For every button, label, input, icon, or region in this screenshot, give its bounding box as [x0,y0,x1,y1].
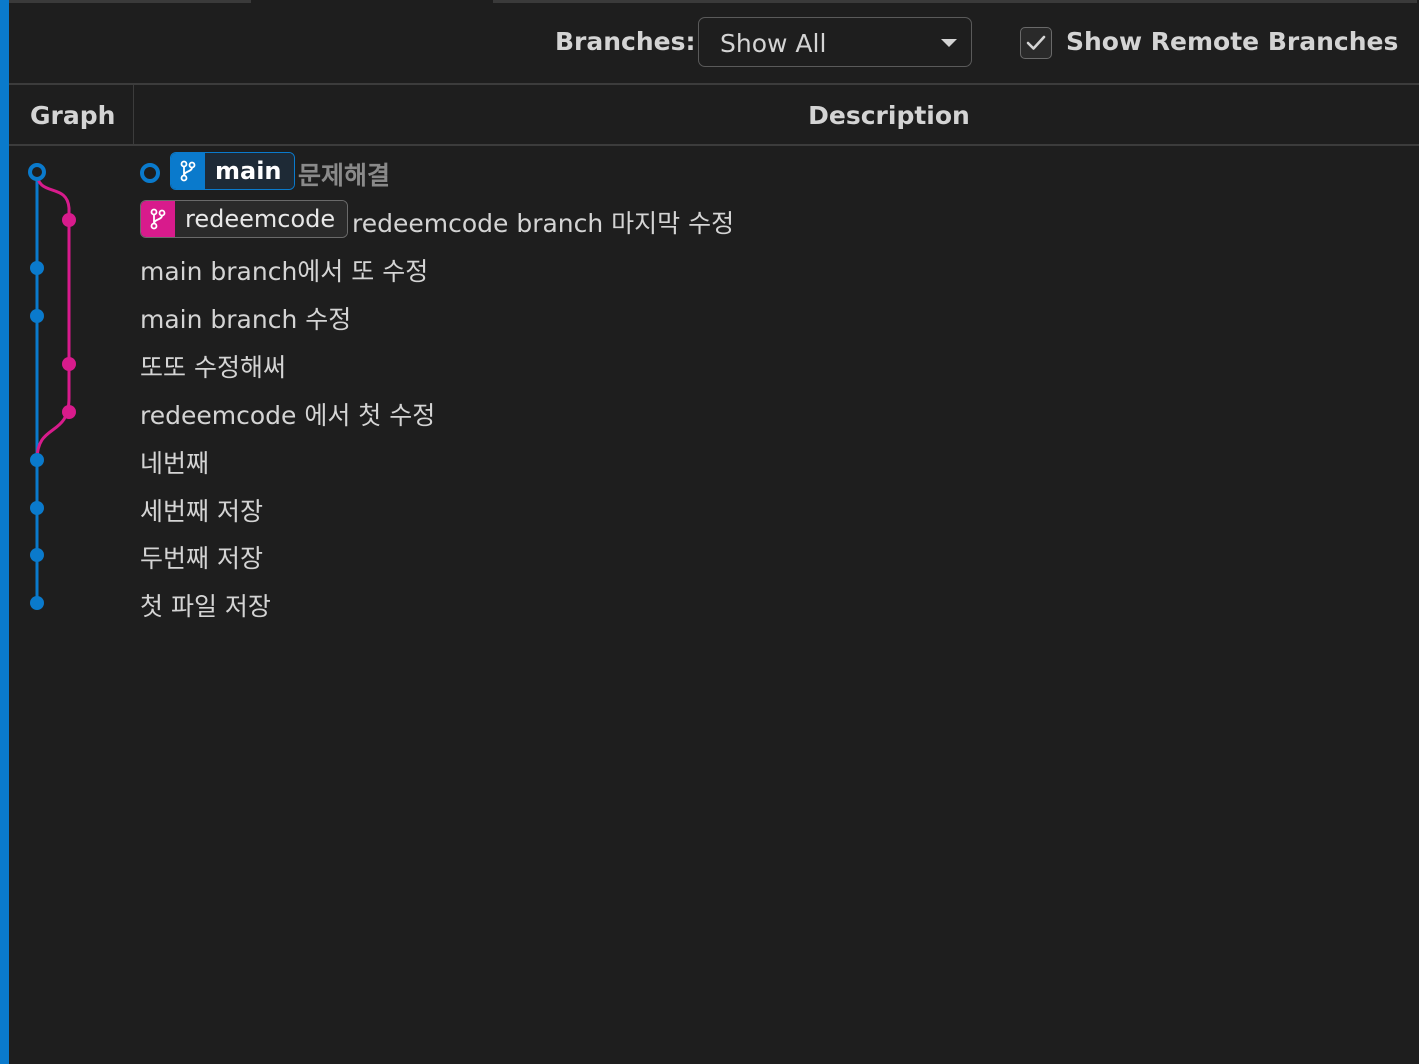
git-branch-icon [171,153,205,189]
commit-row[interactable]: main branch에서 또 수정 [140,244,1390,292]
chevron-down-icon [941,39,957,47]
graph-controls-bar: Branches: Show All Show Remote Branches [9,3,1419,83]
commit-node [62,213,76,227]
commit-row[interactable]: 또또 수정해써 [140,340,1390,388]
commit-row[interactable]: 세번째 저장 [140,484,1390,532]
column-header-description[interactable]: Description [134,85,1419,144]
commit-node [30,261,44,275]
branches-label: Branches: [555,27,696,56]
commit-row[interactable]: redeemcode redeemcode branch 마지막 수정 [140,196,1390,244]
branch-ref-label: redeemcode [175,201,348,237]
git-graph-view: Branches: Show All Show Remote Branches … [0,0,1419,1064]
branch-ref-label: main [205,153,294,189]
commit-node [30,596,44,610]
commit-node [30,453,44,467]
commit-message: redeemcode branch 마지막 수정 [352,209,735,238]
commit-table-header: Graph Description [9,83,1419,146]
commit-message: 두번째 저장 [140,544,263,573]
commit-graph [28,163,76,610]
branch-ref-badge-redeemcode[interactable]: redeemcode [140,200,349,238]
commit-message: 문제해결 [298,161,391,190]
branch-ref-badge-main[interactable]: main [170,152,295,190]
commit-node [30,309,44,323]
show-remote-branches-checkbox[interactable] [1020,27,1052,59]
commit-node [30,501,44,515]
commit-node [62,357,76,371]
commit-node [62,405,76,419]
commit-message: 네번째 [140,449,210,478]
commit-row[interactable]: main 문제해결 [140,148,1390,196]
commit-message: 첫 파일 저장 [140,592,271,621]
commit-row[interactable]: main branch 수정 [140,292,1390,340]
commit-row[interactable]: redeemcode 에서 첫 수정 [140,388,1390,436]
uncommitted-indicator [140,163,160,183]
commit-row[interactable]: 네번째 [140,436,1390,484]
commit-list: main 문제해결 redeemcode redeemcode branch 마… [9,148,1419,1064]
show-remote-branches-label: Show Remote Branches [1066,27,1399,56]
commit-message: redeemcode 에서 첫 수정 [140,401,436,430]
branches-dropdown[interactable]: Show All [698,17,972,67]
commit-message: main branch 수정 [140,305,352,334]
commit-message: 또또 수정해써 [140,353,286,382]
column-header-description-label: Description [808,101,970,130]
commit-row[interactable]: 두번째 저장 [140,531,1390,579]
commit-node [30,548,44,562]
column-header-graph-label: Graph [30,101,116,130]
column-header-graph[interactable]: Graph [9,85,134,144]
uncommitted-changes-node [28,163,46,181]
commit-row[interactable]: 첫 파일 저장 [140,579,1390,627]
checkmark-icon [1026,35,1046,50]
git-branch-icon [141,201,175,237]
branches-dropdown-value: Show All [720,29,827,58]
active-view-indicator [0,0,9,1064]
commit-message: 세번째 저장 [140,497,263,526]
commit-message: main branch에서 또 수정 [140,257,429,286]
